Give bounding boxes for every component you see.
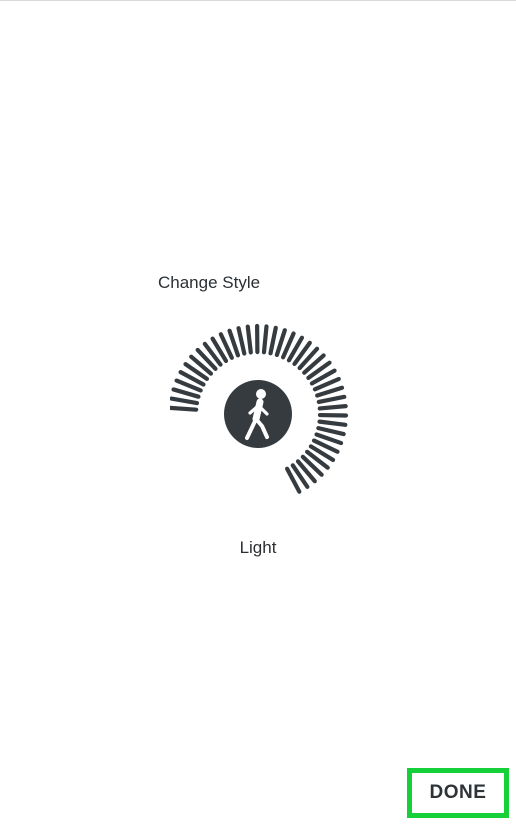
page-title: Change Style (158, 273, 261, 292)
dial-tick (236, 326, 247, 356)
walking-person-icon (224, 380, 292, 448)
dial-tick (170, 405, 199, 412)
dial-tick (317, 419, 348, 427)
dial-tick (268, 325, 278, 356)
done-button-label: DONE (429, 782, 487, 803)
dial-tick (316, 394, 347, 405)
selected-style-label: Light (239, 538, 277, 557)
dial-tick (245, 324, 253, 355)
dial-tick (171, 387, 201, 399)
dial-tick (261, 324, 269, 355)
dial-tick (170, 396, 200, 406)
style-dial[interactable] (170, 318, 350, 508)
dial-tick (316, 426, 346, 437)
dial-tick (317, 404, 348, 411)
done-button[interactable]: DONE (407, 768, 509, 818)
top-divider (0, 0, 516, 1)
